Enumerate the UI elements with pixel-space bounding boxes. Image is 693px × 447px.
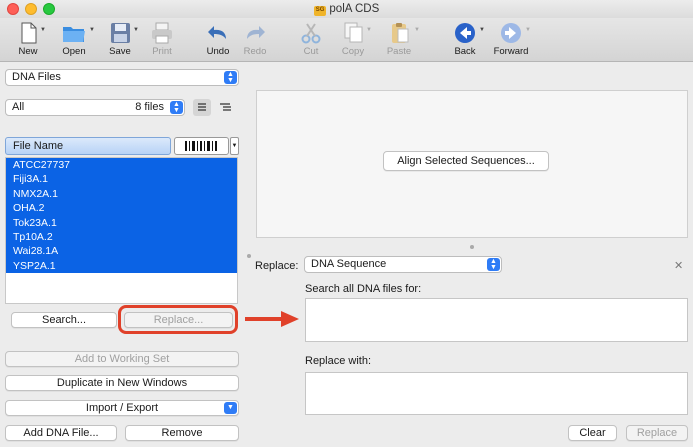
title-bar: SG polA CDS: [0, 0, 693, 18]
filter-select[interactable]: All 8 files ▲ ▼: [5, 99, 185, 116]
search-field-label: Search all DNA files for:: [305, 283, 422, 295]
add-to-working-set-button[interactable]: Add to Working Set: [5, 351, 239, 367]
undo-arrow-icon: [208, 26, 226, 39]
close-window-button[interactable]: [7, 3, 19, 15]
add-dna-file-button[interactable]: Add DNA File...: [5, 425, 117, 441]
import-export-label: Import / Export: [85, 402, 159, 414]
new-label: New: [18, 46, 38, 57]
filter-select-value: All: [12, 101, 25, 113]
copy-icon: [344, 22, 363, 43]
select-arrows-icon: ▲ ▼: [487, 258, 500, 271]
close-icon[interactable]: ✕: [674, 259, 683, 272]
forward-label: Forward: [493, 46, 529, 57]
splitter-handle[interactable]: [470, 245, 474, 249]
save-disk-icon: [111, 23, 130, 43]
toolbar: New ▼ Open ▼ Save ▼ Print Undo Redo Cut …: [0, 18, 693, 62]
file-count: 8 files: [135, 101, 164, 113]
arrow-icon: [245, 311, 299, 327]
replace-type-select[interactable]: DNA Sequence ▲ ▼: [304, 256, 502, 273]
open-menu-caret[interactable]: ▼: [89, 27, 95, 33]
copy-menu-caret[interactable]: ▼: [366, 27, 372, 33]
open-label: Open: [62, 46, 86, 57]
print-button[interactable]: Print: [140, 22, 184, 62]
redo-button[interactable]: Redo: [233, 22, 277, 62]
list-item[interactable]: Tp10A.2: [6, 229, 237, 245]
indented-list-icon: [220, 103, 231, 111]
replace-with-field[interactable]: [305, 372, 688, 415]
document-badge-icon: SG: [313, 6, 327, 16]
window-title: polA CDS: [329, 3, 380, 15]
align-sequences-button[interactable]: Align Selected Sequences...: [383, 151, 549, 171]
search-field[interactable]: [305, 298, 688, 342]
copy-label: Copy: [341, 46, 365, 57]
source-select-value: DNA Files: [12, 71, 61, 83]
list-item[interactable]: OHA.2: [6, 201, 237, 216]
list-item[interactable]: ATCC27737: [6, 158, 237, 173]
side-splitter-handle[interactable]: [247, 254, 251, 258]
back-label: Back: [454, 46, 476, 57]
source-select[interactable]: DNA Files ▲ ▼: [5, 69, 239, 86]
save-menu-caret[interactable]: ▼: [133, 27, 139, 33]
import-export-menu[interactable]: Import / Export ▼: [5, 400, 239, 416]
forward-arrow-icon: [501, 23, 521, 43]
paste-clipboard-icon: [392, 23, 409, 43]
remove-button[interactable]: Remove: [125, 425, 239, 441]
search-button[interactable]: Search...: [11, 312, 117, 328]
text-list-icon: [198, 103, 206, 111]
column-header-label: File Name: [13, 140, 64, 152]
select-arrows-icon: ▲ ▼: [224, 71, 237, 84]
replace-with-label: Replace with:: [305, 355, 372, 367]
list-item[interactable]: Fiji3A.1: [6, 172, 237, 187]
paste-label: Paste: [386, 46, 412, 57]
new-menu-caret[interactable]: ▼: [40, 27, 46, 33]
dropdown-arrow-icon: ▼: [224, 402, 237, 414]
paste-menu-caret[interactable]: ▼: [414, 27, 420, 33]
redo-arrow-icon: [247, 26, 265, 39]
replace-button[interactable]: Replace: [626, 425, 688, 441]
clear-button[interactable]: Clear: [568, 425, 617, 441]
list-item[interactable]: YSP2A.1: [6, 258, 237, 274]
list-item[interactable]: Wai28.1A: [6, 244, 237, 259]
highlight-box: [118, 305, 238, 334]
save-label: Save: [109, 46, 131, 57]
column-options-menu[interactable]: ▼: [230, 137, 239, 155]
barcode-icon: [185, 141, 217, 151]
file-name-column-header[interactable]: File Name: [5, 137, 171, 155]
new-document-icon: [21, 22, 37, 44]
cut-label: Cut: [303, 46, 319, 57]
replace-type-label: Replace:: [255, 260, 299, 272]
print-label: Print: [152, 46, 172, 57]
file-list[interactable]: ATCC27737 Fiji3A.1 NMX2A.1 OHA.2 Tok23A.…: [5, 157, 238, 304]
back-menu-caret[interactable]: ▼: [479, 27, 485, 33]
replace-type-value: DNA Sequence: [311, 258, 387, 270]
barcode-column-header[interactable]: [174, 137, 229, 155]
back-arrow-icon: [455, 23, 475, 43]
printer-icon: [152, 22, 172, 44]
open-folder-icon: [63, 27, 85, 42]
minimize-window-button[interactable]: [25, 3, 37, 15]
list-item[interactable]: Tok23A.1: [6, 215, 237, 230]
select-arrows-icon: ▲ ▼: [170, 101, 183, 114]
cut-button[interactable]: Cut: [289, 22, 333, 62]
scissors-icon: [301, 23, 321, 44]
redo-label: Redo: [243, 46, 267, 57]
zoom-window-button[interactable]: [43, 3, 55, 15]
forward-menu-caret[interactable]: ▼: [525, 27, 531, 33]
duplicate-windows-button[interactable]: Duplicate in New Windows: [5, 375, 239, 391]
list-item[interactable]: NMX2A.1: [6, 186, 237, 202]
list-view-button[interactable]: [193, 99, 211, 116]
detail-view-button[interactable]: [217, 99, 235, 116]
